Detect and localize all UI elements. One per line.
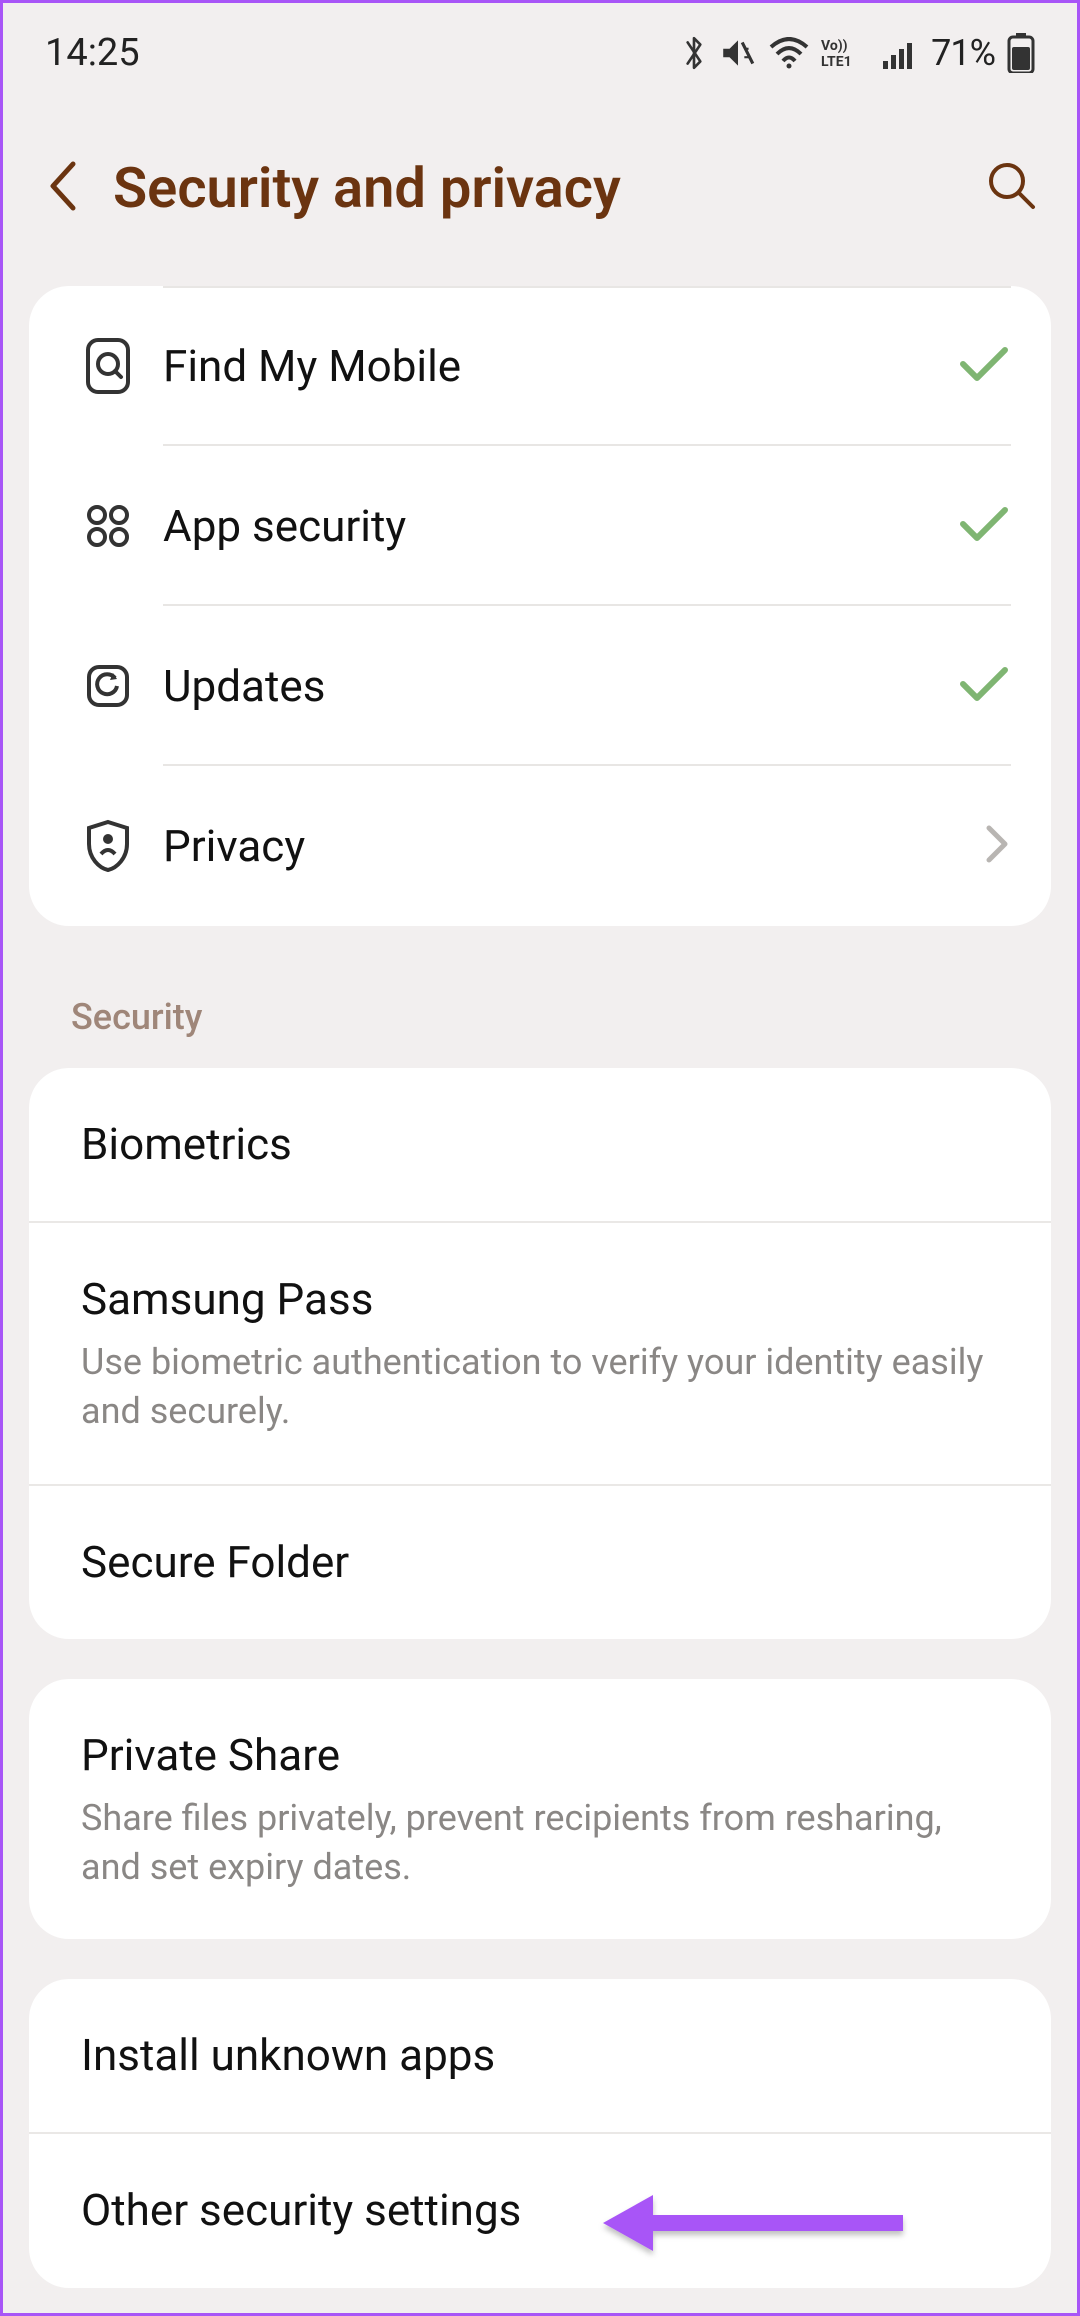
battery-icon <box>1007 33 1035 73</box>
search-button[interactable] <box>985 159 1039 217</box>
header: Security and privacy <box>3 95 1077 286</box>
settings-title: Biometrics <box>81 1116 999 1173</box>
settings-item-other-security-settings[interactable]: Other security settings <box>29 2134 1051 2287</box>
settings-item-biometrics[interactable]: Biometrics <box>29 1068 1051 1223</box>
apps-icon <box>53 501 163 551</box>
settings-item-samsung-pass[interactable]: Samsung Pass Use biometric authenticatio… <box>29 1223 1051 1485</box>
private-share-card: Private Share Share files privately, pre… <box>29 1679 1051 1939</box>
dashboard-card: Find My Mobile App security Updates Priv… <box>29 286 1051 926</box>
settings-item-secure-folder[interactable]: Secure Folder <box>29 1486 1051 1639</box>
privacy-icon <box>53 818 163 874</box>
settings-title: Secure Folder <box>81 1534 999 1591</box>
wifi-icon <box>769 37 809 69</box>
dashboard-item-app-security[interactable]: App security <box>29 446 1051 606</box>
chevron-left-icon <box>41 156 85 216</box>
svg-text:Vo)): Vo)) <box>821 38 848 54</box>
check-icon <box>957 664 1011 708</box>
search-icon <box>985 159 1039 213</box>
page-title: Security and privacy <box>113 155 957 221</box>
dashboard-item-updates[interactable]: Updates <box>29 606 1051 766</box>
back-button[interactable] <box>41 156 85 220</box>
volte-icon: Vo))LTE1 <box>821 36 871 70</box>
settings-title: Install unknown apps <box>81 2027 999 2084</box>
settings-subtitle: Use biometric authentication to verify y… <box>81 1338 999 1435</box>
other-card: Install unknown apps Other security sett… <box>29 1979 1051 2287</box>
check-icon <box>957 344 1011 388</box>
settings-title: Samsung Pass <box>81 1271 999 1328</box>
check-icon <box>957 504 1011 548</box>
section-label-security: Security <box>3 966 1077 1068</box>
bluetooth-icon <box>681 34 707 72</box>
dashboard-label: Updates <box>163 660 957 712</box>
settings-title: Private Share <box>81 1727 999 1784</box>
dashboard-item-find-my-mobile[interactable]: Find My Mobile <box>29 286 1051 446</box>
dashboard-label: Privacy <box>163 820 983 872</box>
find-my-mobile-icon <box>53 336 163 396</box>
svg-text:LTE1: LTE1 <box>821 54 852 70</box>
dashboard-item-privacy[interactable]: Privacy <box>29 766 1051 926</box>
settings-title: Other security settings <box>81 2182 999 2239</box>
status-time: 14:25 <box>45 31 140 75</box>
updates-icon <box>53 661 163 711</box>
settings-item-install-unknown-apps[interactable]: Install unknown apps <box>29 1979 1051 2134</box>
mute-icon <box>719 34 757 72</box>
dashboard-label: App security <box>163 500 957 552</box>
security-card: Biometrics Samsung Pass Use biometric au… <box>29 1068 1051 1639</box>
chevron-right-icon <box>983 822 1011 870</box>
status-icons: Vo))LTE1 71% <box>681 32 1035 74</box>
settings-subtitle: Share files privately, prevent recipient… <box>81 1794 999 1891</box>
dashboard-label: Find My Mobile <box>163 340 957 392</box>
battery-percentage: 71% <box>931 32 995 74</box>
status-bar: 14:25 Vo))LTE1 71% <box>3 3 1077 95</box>
signal-icon <box>883 37 919 69</box>
settings-item-private-share[interactable]: Private Share Share files privately, pre… <box>29 1679 1051 1939</box>
